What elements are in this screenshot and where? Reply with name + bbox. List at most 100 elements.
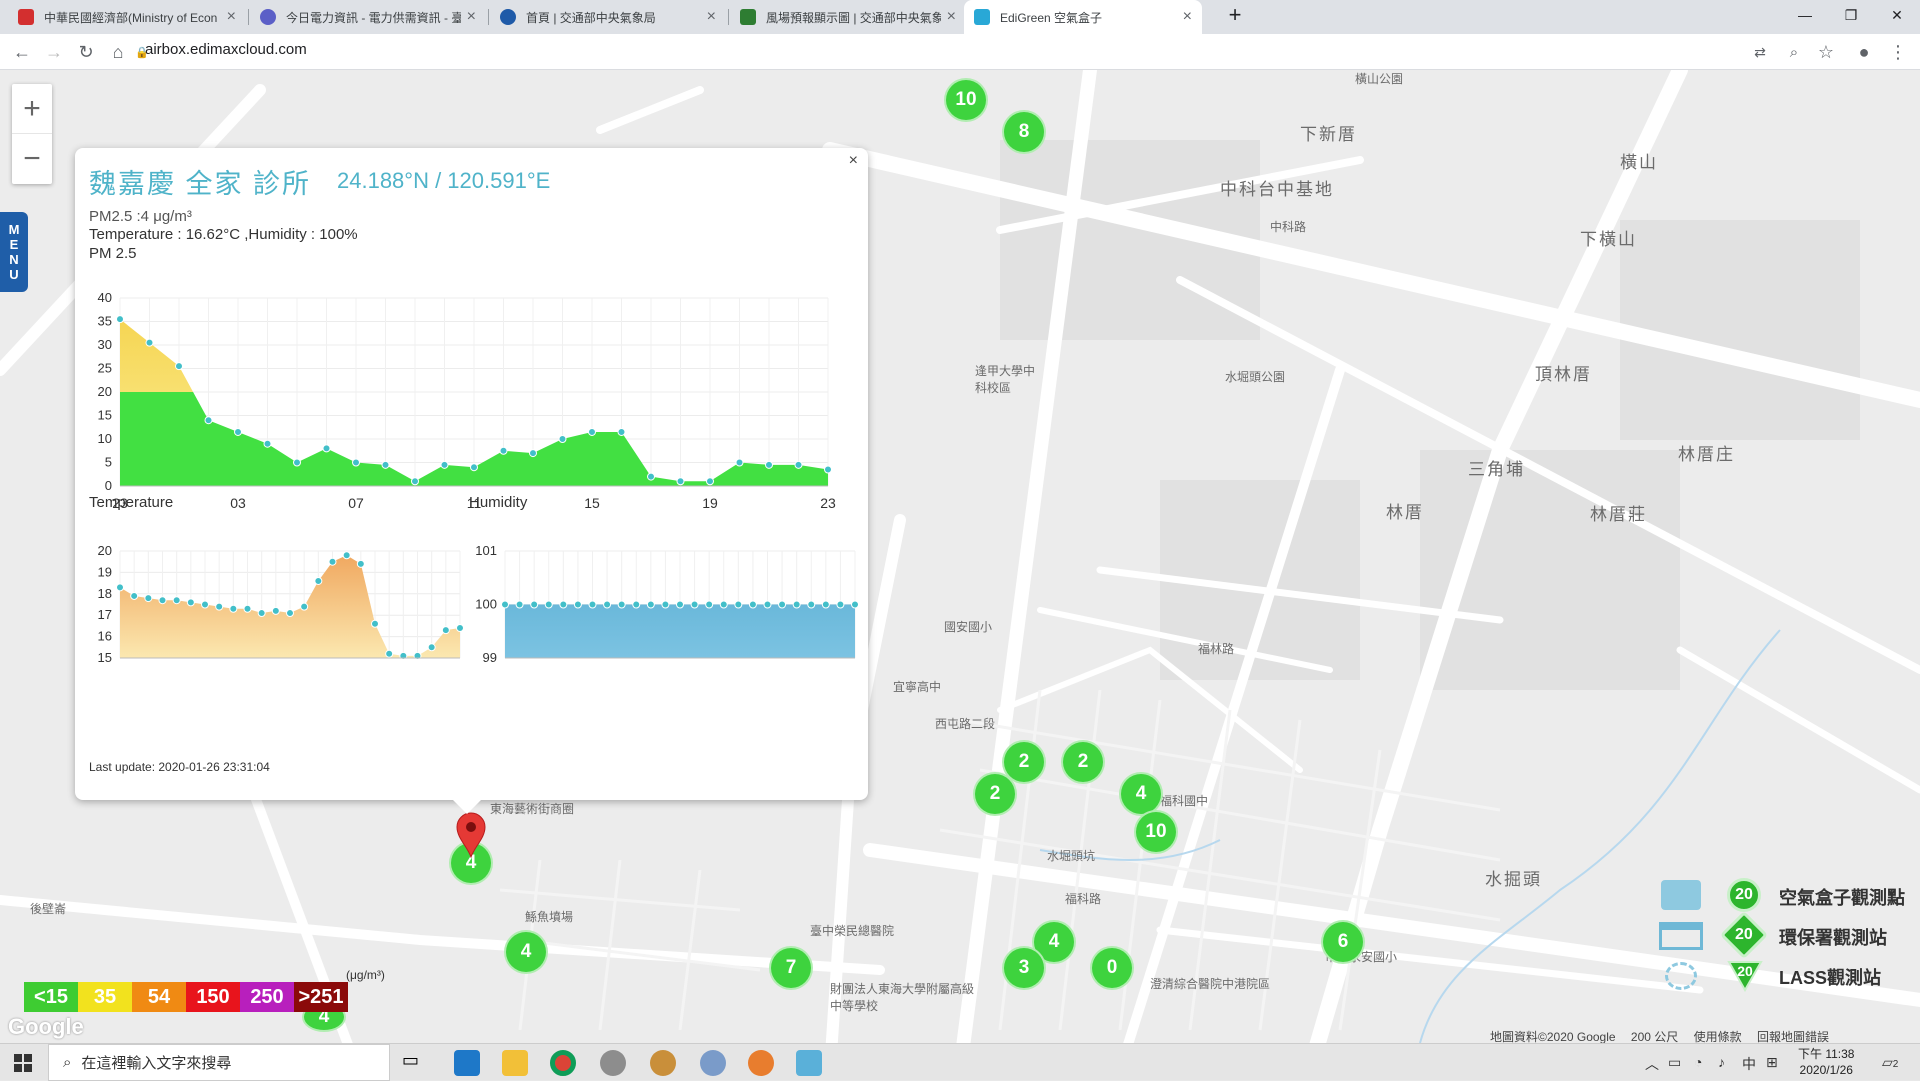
station-cluster[interactable]: 3 (1002, 946, 1046, 990)
taskbar-search-box[interactable]: ⌕ 在這裡輸入文字來搜尋 (48, 1044, 390, 1081)
pm25-chart-point (352, 458, 360, 467)
home-icon[interactable]: ⌂ (106, 40, 130, 64)
windows-start-button[interactable] (0, 1044, 46, 1081)
pm25-chart-ytick-label: 15 (98, 408, 112, 423)
zoom-in-button[interactable]: + (12, 84, 52, 134)
forward-icon[interactable]: → (42, 40, 66, 64)
app-icon-2[interactable] (650, 1050, 676, 1076)
menu-letter: E (9, 237, 19, 252)
station-cluster[interactable]: 10 (944, 78, 988, 122)
map-canvas[interactable]: 下新厝 中科台中基地 橫山 下橫山 頂林厝 水堀頭公園 逢甲大學中科校區 三角埔… (0, 70, 1920, 1043)
report-error-link[interactable]: 回報地圖錯誤 (1757, 1030, 1829, 1043)
legend-lass[interactable]: 20 LASS觀測站 (1655, 958, 1920, 998)
legend-marker-diamond: 20 (1719, 910, 1769, 960)
temperature-chart-point (286, 609, 294, 618)
zoom-icon[interactable]: ⌕ (1782, 40, 1806, 64)
station-cluster[interactable]: 10 (1134, 810, 1178, 854)
tab-close-icon[interactable]: × (707, 8, 716, 26)
tab-title: 首頁 | 交通部中央氣象局 (526, 10, 656, 25)
tab-close-icon[interactable]: × (947, 8, 956, 26)
temperature-chart-ytick-label: 18 (98, 586, 112, 601)
browser-tab-3[interactable]: 首頁 | 交通部中央氣象局 × (490, 0, 726, 34)
bookmark-star-icon[interactable]: ☆ (1814, 40, 1838, 64)
keyboard-icon[interactable]: ⊞ (1766, 1054, 1778, 1071)
app-icon-4[interactable] (796, 1050, 822, 1076)
tab-divider (248, 9, 249, 25)
pm25-chart-ytick-label: 10 (98, 431, 112, 446)
file-explorer-icon[interactable] (502, 1050, 528, 1076)
station-cluster[interactable]: 4 (504, 930, 548, 974)
station-info-popup: × 魏嘉慶 全家 診所 24.188°N / 120.591°E PM2.5 :… (75, 148, 868, 814)
pm25-chart-ytick-label: 5 (105, 455, 112, 470)
browser-tab-2[interactable]: 今日電力資訊 - 電力供需資訊 - 臺 × (250, 0, 486, 34)
profile-icon[interactable]: ● (1852, 40, 1876, 64)
humidity-chart-point (778, 600, 787, 609)
station-cluster[interactable]: 0 (1090, 946, 1134, 990)
legend-airbox[interactable]: 20 空氣盒子觀測點 (1655, 878, 1920, 918)
popup-charts: 0 5 10 15 20 25 30 35 40 23 03 07 11 15 19 23 15 16 17 18 19… (98, 290, 859, 665)
terms-link[interactable]: 使用條款 (1694, 1030, 1742, 1043)
new-tab-button[interactable]: + (1212, 0, 1258, 30)
minimize-icon[interactable]: — (1782, 0, 1828, 30)
ime-indicator[interactable]: 中 (1742, 1054, 1756, 1074)
chrome-icon[interactable] (550, 1050, 576, 1076)
legend-epa[interactable]: 20 環保署觀測站 (1655, 910, 1920, 960)
humidity-chart-point (792, 600, 801, 609)
temperature-chart-point (342, 551, 351, 560)
restore-icon[interactable]: ❐ (1828, 0, 1874, 30)
pm25-chart-ytick-label: 25 (98, 361, 112, 376)
map-label: 鯀魚墳場 (525, 910, 574, 924)
humidity-chart-point (632, 600, 641, 609)
volume-icon[interactable]: ♪ (1718, 1054, 1725, 1070)
edge-browser-icon[interactable] (454, 1050, 480, 1076)
battery-icon[interactable]: ▭ (1668, 1054, 1681, 1071)
temperature-chart-point (243, 604, 252, 613)
reload-icon[interactable]: ↻ (74, 40, 98, 64)
blender-icon[interactable] (748, 1050, 774, 1076)
humidity-chart-point (530, 600, 539, 609)
station-cluster[interactable]: 2 (1061, 740, 1105, 784)
station-cluster[interactable]: 6 (1321, 920, 1365, 964)
temperature-chart-point (201, 600, 209, 609)
close-window-icon[interactable]: ✕ (1874, 0, 1920, 30)
app-icon-3[interactable] (700, 1050, 726, 1076)
browser-tab-5-active[interactable]: EdiGreen 空氣盒子 × (964, 0, 1202, 34)
humidity-chart-ytick-label: 100 (475, 597, 497, 612)
address-bar[interactable]: airbox.edimaxcloud.com (145, 41, 307, 58)
zoom-out-button[interactable]: − (12, 134, 52, 184)
selected-location-pin-icon[interactable] (455, 812, 487, 858)
app-icon-1[interactable] (600, 1050, 626, 1076)
pm25-chart-point (647, 472, 655, 481)
task-view-icon[interactable]: ▭ (402, 1050, 428, 1076)
tray-chevron-icon[interactable]: ︿ (1645, 1054, 1659, 1074)
back-icon[interactable]: ← (10, 40, 34, 64)
browser-tab-4[interactable]: 風場預報顯示圖 | 交通部中央氣象 × (730, 0, 966, 34)
map-label: 水掘頭 (1485, 870, 1542, 889)
pm25-chart-xtick-label: 23 (112, 495, 128, 511)
humidity-chart-point (646, 600, 655, 609)
legend-label: 環保署觀測站 (1779, 928, 1887, 948)
map-data-credit: 地圖資料©2020 Google (1490, 1030, 1616, 1043)
temperature-chart-point (257, 609, 266, 618)
browser-tab-1[interactable]: 中華民國經濟部(Ministry of Econ × (8, 0, 246, 34)
menu-kebab-icon[interactable]: ⋮ (1886, 40, 1910, 64)
temperature-chart-ytick-label: 15 (98, 650, 112, 665)
humidity-chart-point (588, 600, 597, 609)
wifi-icon[interactable]: ◔ (1694, 1054, 1702, 1070)
tab-divider (728, 9, 729, 25)
translate-icon[interactable]: ⇄ (1748, 40, 1772, 64)
government-building-icon (1659, 922, 1703, 950)
station-cluster[interactable]: 2 (973, 772, 1017, 816)
menu-letter: N (9, 252, 19, 267)
map-label: 林厝庄 (1678, 445, 1735, 464)
map-label: 後壁崙 (30, 902, 67, 916)
tab-close-icon[interactable]: × (227, 8, 236, 26)
tab-close-icon[interactable]: × (1183, 8, 1192, 26)
tab-close-icon[interactable]: × (467, 8, 476, 26)
system-clock[interactable]: 下午 11:38 2020/1/26 (1798, 1046, 1854, 1078)
side-menu-button[interactable]: M E N U (0, 212, 28, 292)
station-cluster[interactable]: 8 (1002, 110, 1046, 154)
notification-icon[interactable]: ▱2 (1882, 1054, 1898, 1071)
map-label: 林厝 (1386, 503, 1424, 522)
station-cluster[interactable]: 7 (769, 946, 813, 990)
